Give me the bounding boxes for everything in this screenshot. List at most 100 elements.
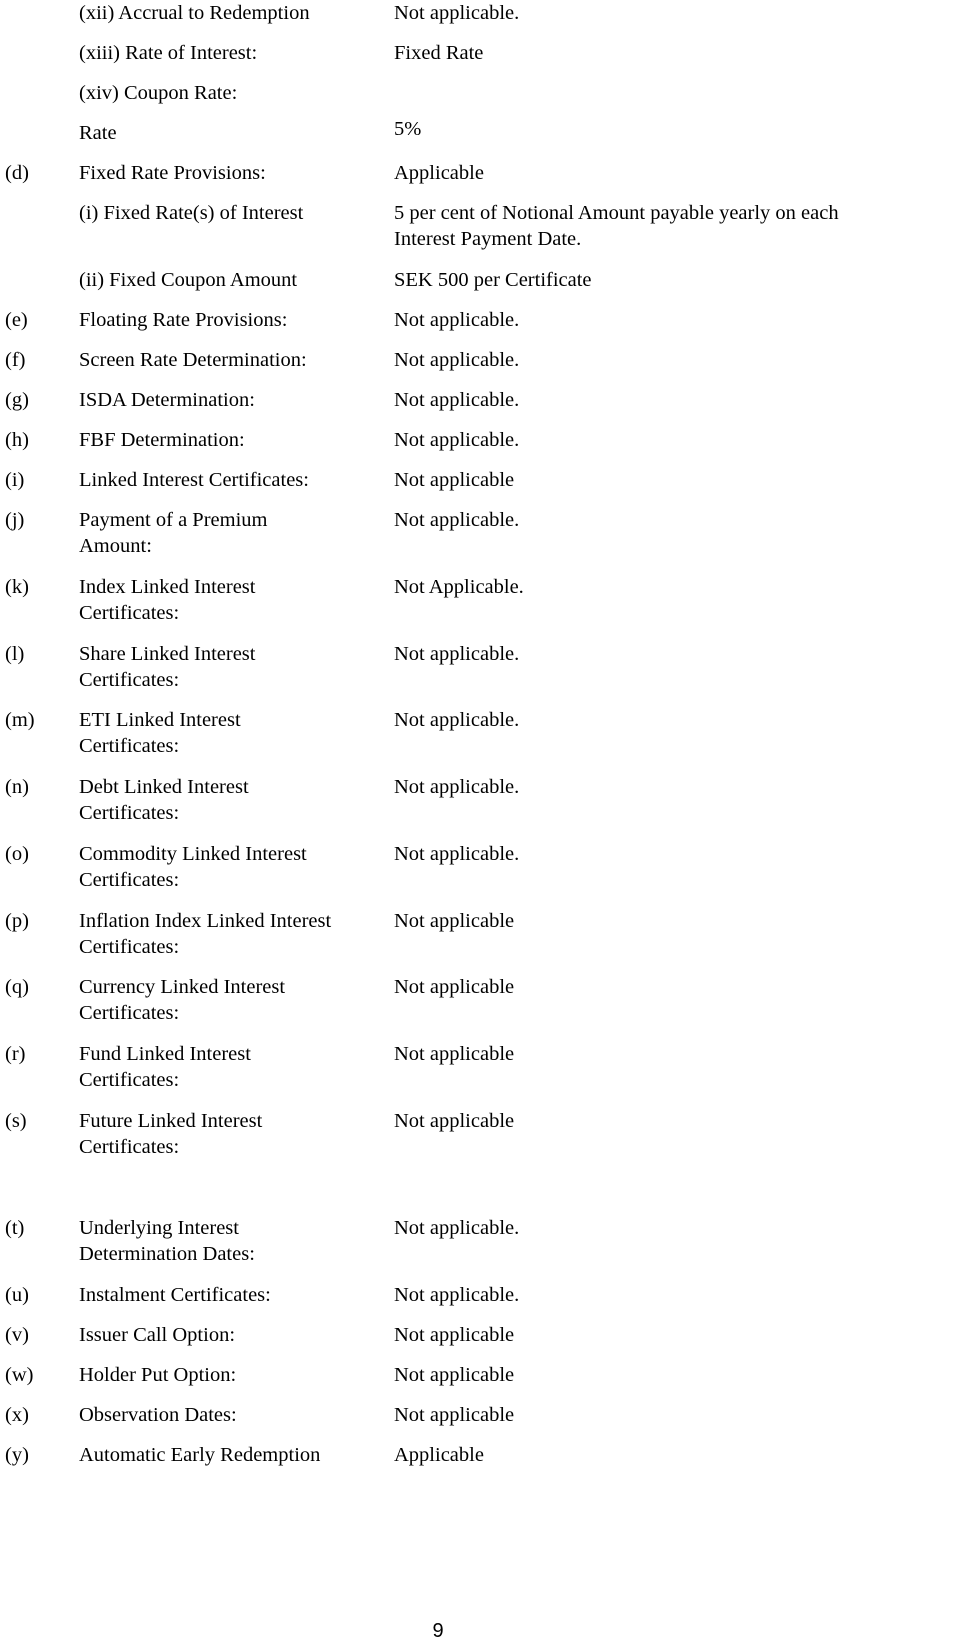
term-value-line: Not applicable: [394, 1404, 515, 1426]
term-label-line: Screen Rate Determination:: [79, 349, 307, 371]
term-marker: (u): [5, 1284, 29, 1306]
term-label-line: Instalment Certificates:: [79, 1284, 271, 1306]
term-marker: (p): [5, 910, 29, 932]
term-label-line: Certificates:: [79, 802, 180, 824]
term-value: Not applicable.: [394, 427, 694, 453]
term-value-line: Fixed Rate: [394, 42, 484, 64]
term-marker: (s): [5, 1110, 27, 1132]
term-label: Rate: [79, 120, 379, 146]
term-label: ISDA Determination:: [79, 387, 379, 413]
term-label-line: (xiv) Coupon Rate:: [79, 82, 238, 104]
term-label: FBF Determination:: [79, 427, 379, 453]
term-label: Commodity Linked Interest Certificates:: [79, 841, 379, 893]
term-marker: (n): [5, 776, 29, 798]
term-label-line: Holder Put Option:: [79, 1364, 237, 1386]
term-marker: (v): [5, 1324, 29, 1346]
term-marker: (y): [5, 1444, 29, 1466]
term-label-line: Payment of a Premium: [79, 509, 268, 531]
term-label: (xiii) Rate of Interest:: [79, 40, 379, 66]
term-label-line: (ii) Fixed Coupon Amount: [79, 269, 298, 291]
term-label-line: Observation Dates:: [79, 1404, 237, 1426]
term-label: Share Linked Interest Certificates:: [79, 641, 379, 693]
term-value: Not Applicable.: [394, 574, 694, 600]
term-marker: (h): [5, 429, 29, 451]
term-label-line: Floating Rate Provisions:: [79, 309, 288, 331]
term-label-line: Currency Linked Interest: [79, 976, 286, 998]
term-label: (xiv) Coupon Rate:: [79, 80, 379, 106]
term-marker: (j): [5, 509, 25, 531]
term-label-line: Certificates:: [79, 1002, 180, 1024]
term-value: Not applicable.: [394, 1215, 694, 1241]
term-value: SEK 500 per Certificate: [394, 267, 694, 293]
term-value-line: Not applicable: [394, 469, 515, 491]
term-value: Not applicable: [394, 1402, 694, 1428]
term-label-line: Certificates:: [79, 735, 180, 757]
term-value-line: Not applicable.: [394, 389, 520, 411]
term-value-line: Not applicable: [394, 1364, 515, 1386]
term-label-line: Debt Linked Interest: [79, 776, 249, 798]
term-value: Not applicable: [394, 974, 694, 1000]
term-value-line: Not applicable.: [394, 349, 520, 371]
term-label-line: Linked Interest Certificates:: [79, 469, 309, 491]
term-label-line: Fund Linked Interest: [79, 1043, 251, 1065]
term-value-line: Not applicable.: [394, 309, 520, 331]
term-value: Not applicable.: [394, 347, 694, 373]
term-value: 5 per cent of Notional Amount payable ye…: [394, 200, 932, 252]
page-number: 9: [432, 1620, 444, 1642]
term-label: Index Linked Interest Certificates:: [79, 574, 379, 626]
term-label: (ii) Fixed Coupon Amount: [79, 267, 379, 293]
term-value-line: Not applicable.: [394, 1217, 520, 1239]
term-label: Automatic Early Redemption: [79, 1442, 379, 1468]
term-marker: (f): [5, 349, 26, 371]
term-value-line: 5 per cent of Notional Amount payable ye…: [394, 202, 839, 224]
term-value-line: Not Applicable.: [394, 576, 524, 598]
term-label-line: Issuer Call Option:: [79, 1324, 236, 1346]
term-value: Applicable: [394, 1442, 694, 1468]
term-label: (xii) Accrual to Redemption: [79, 0, 379, 26]
term-value: Not applicable.: [394, 0, 694, 26]
term-marker: (t): [5, 1217, 25, 1239]
term-value-line: Not applicable.: [394, 843, 520, 865]
term-value-line: 5%: [394, 118, 422, 140]
term-value: Not applicable: [394, 1108, 694, 1134]
term-value: Not applicable.: [394, 774, 694, 800]
term-label-line: FBF Determination:: [79, 429, 245, 451]
term-value: Not applicable.: [394, 507, 694, 533]
term-value-line: Not applicable.: [394, 2, 520, 24]
term-label-line: ISDA Determination:: [79, 389, 255, 411]
term-label-line: Automatic Early Redemption: [79, 1444, 321, 1466]
term-value: Not applicable.: [394, 707, 694, 733]
term-marker: (k): [5, 576, 29, 598]
term-label-line: Underlying Interest: [79, 1217, 239, 1239]
term-marker: (l): [5, 643, 25, 665]
term-label: Currency Linked Interest Certificates:: [79, 974, 379, 1026]
term-label-line: (i) Fixed Rate(s) of Interest: [79, 202, 304, 224]
document-page: (xii) Accrual to Redemption Not applicabl…: [0, 0, 960, 1648]
term-value: Not applicable: [394, 1322, 694, 1348]
term-value-line: Not applicable: [394, 1110, 515, 1132]
term-value-line: SEK 500 per Certificate: [394, 269, 592, 291]
term-label-line: Index Linked Interest: [79, 576, 256, 598]
term-marker: (g): [5, 389, 29, 411]
term-label-line: Future Linked Interest: [79, 1110, 263, 1132]
term-marker: (x): [5, 1404, 29, 1426]
term-marker: (m): [5, 709, 35, 731]
term-label-line: Inflation Index Linked Interest: [79, 910, 332, 932]
term-marker: (d): [5, 162, 29, 184]
term-label-line: Certificates:: [79, 936, 180, 958]
term-marker: (r): [5, 1043, 26, 1065]
term-marker: (i): [5, 469, 25, 491]
term-label-line: Amount:: [79, 535, 152, 557]
term-label-line: (xii) Accrual to Redemption: [79, 2, 310, 24]
term-label-line: Share Linked Interest: [79, 643, 256, 665]
term-label: Issuer Call Option:: [79, 1322, 379, 1348]
term-value: 5%: [394, 116, 694, 142]
term-label-line: Certificates:: [79, 1069, 180, 1091]
term-label: (i) Fixed Rate(s) of Interest: [79, 200, 379, 226]
term-label: Underlying Interest Determination Dates:: [79, 1215, 379, 1267]
term-value: Not applicable.: [394, 387, 694, 413]
term-label-line: Commodity Linked Interest: [79, 843, 307, 865]
term-label: Debt Linked Interest Certificates:: [79, 774, 379, 826]
term-label-line: Fixed Rate Provisions:: [79, 162, 266, 184]
term-value: Not applicable: [394, 467, 694, 493]
